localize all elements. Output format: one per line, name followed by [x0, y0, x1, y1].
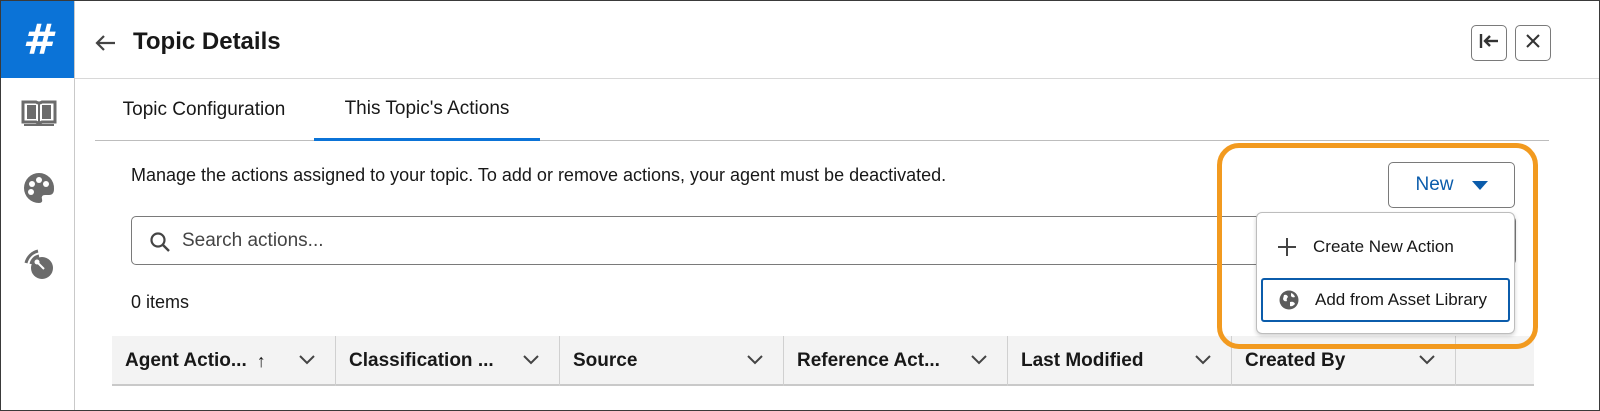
- search-icon: [149, 231, 171, 253]
- panel-header: Topic Details: [75, 1, 1599, 79]
- chevron-down-icon[interactable]: [1194, 353, 1212, 367]
- chevron-down-icon[interactable]: [970, 353, 988, 367]
- book-icon[interactable]: [21, 94, 57, 130]
- item-count: 0 items: [131, 292, 190, 312]
- menu-item-add-from-asset-library[interactable]: Add from Asset Library: [1261, 278, 1510, 322]
- left-rail: #: [1, 1, 75, 410]
- hash-logo-icon[interactable]: #: [1, 1, 74, 78]
- column-header-classification[interactable]: Classification ...: [336, 336, 560, 386]
- caret-down-icon: [1471, 180, 1488, 190]
- new-button-label: New: [1415, 174, 1454, 195]
- page-title: Topic Details: [133, 28, 281, 55]
- close-icon: [1524, 32, 1542, 55]
- close-panel-button[interactable]: [1515, 25, 1551, 61]
- column-header-agent-action[interactable]: Agent Actio... ↑: [112, 336, 336, 386]
- column-label: Source: [573, 350, 638, 371]
- column-label: Agent Actio...: [125, 350, 247, 371]
- chevron-down-icon[interactable]: [746, 353, 764, 367]
- actions-description: Manage the actions assigned to your topi…: [131, 165, 947, 185]
- signal-icon[interactable]: [21, 246, 57, 282]
- globe-icon: [1277, 288, 1301, 312]
- column-label: Created By: [1245, 350, 1346, 371]
- table-header: Agent Actio... ↑ Classification ... Sour…: [112, 336, 1534, 386]
- arrow-left-icon[interactable]: [93, 31, 119, 55]
- chevron-down-icon[interactable]: [1418, 353, 1436, 367]
- column-label: Reference Act...: [797, 350, 940, 371]
- plus-icon: [1275, 235, 1299, 259]
- tab-this-topics-actions[interactable]: This Topic's Actions: [314, 79, 540, 141]
- tab-topic-configuration[interactable]: Topic Configuration: [95, 79, 313, 141]
- app-window: # Topic Details Topic Configuration This…: [0, 0, 1600, 411]
- column-label: Last Modified: [1021, 350, 1144, 371]
- new-button[interactable]: New: [1388, 162, 1515, 208]
- menu-item-label: Add from Asset Library: [1315, 290, 1487, 309]
- search-input[interactable]: [182, 225, 1182, 257]
- menu-item-create-new-action[interactable]: Create New Action: [1261, 225, 1510, 269]
- column-header-created-by[interactable]: Created By: [1232, 336, 1456, 386]
- new-dropdown-menu: Create New Action Add from Asset Library: [1256, 212, 1515, 334]
- column-header-last-modified[interactable]: Last Modified: [1008, 336, 1232, 386]
- column-label: Classification ...: [349, 350, 494, 371]
- column-header-source[interactable]: Source: [560, 336, 784, 386]
- tab-bar: Topic Configuration This Topic's Actions: [95, 79, 1549, 141]
- hash-logo-glyph: #: [22, 15, 53, 64]
- collapse-left-icon: [1478, 32, 1500, 55]
- column-header-reference-action[interactable]: Reference Act...: [784, 336, 1008, 386]
- menu-item-label: Create New Action: [1313, 237, 1454, 256]
- chevron-down-icon[interactable]: [522, 353, 540, 367]
- chevron-down-icon[interactable]: [298, 353, 316, 367]
- palette-icon[interactable]: [21, 170, 57, 206]
- collapse-panel-button[interactable]: [1471, 25, 1507, 61]
- sort-ascending-icon: ↑: [256, 350, 266, 371]
